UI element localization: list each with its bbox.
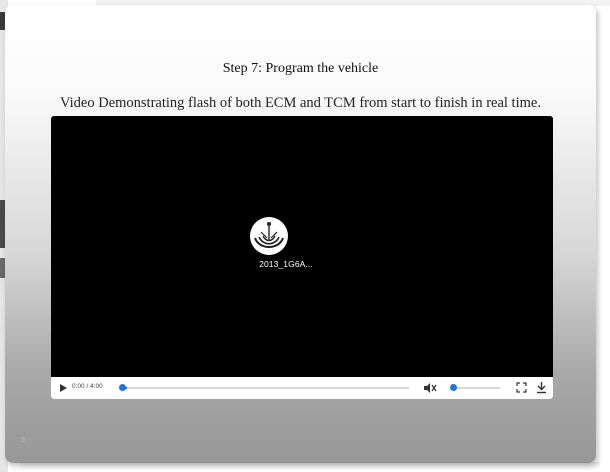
- slide-number: 9: [21, 437, 25, 444]
- slide-shadow: [20, 462, 600, 470]
- download-icon[interactable]: [536, 381, 547, 394]
- video-player[interactable]: 2013_1G6A... 0:00 / 4:00: [51, 116, 553, 399]
- fullscreen-icon[interactable]: [516, 382, 527, 393]
- volume-handle[interactable]: [450, 384, 457, 391]
- progress-handle[interactable]: [119, 384, 126, 391]
- slide-title: Step 7: Program the vehicle: [222, 61, 379, 76]
- logo-thumbnail-icon: [250, 217, 288, 255]
- video-controls: 0:00 / 4:00: [51, 377, 553, 399]
- presentation-slide: Step 7: Program the vehicle Video Demons…: [5, 5, 596, 463]
- slide-subtitle: Video Demonstrating flash of both ECM an…: [60, 95, 541, 111]
- volume-muted-icon[interactable]: [423, 382, 437, 394]
- progress-slider[interactable]: [121, 387, 409, 389]
- video-filename: 2013_1G6A...: [259, 259, 313, 269]
- volume-slider[interactable]: [452, 387, 500, 389]
- play-icon[interactable]: [60, 384, 67, 392]
- time-display: 0:00 / 4:00: [72, 383, 103, 390]
